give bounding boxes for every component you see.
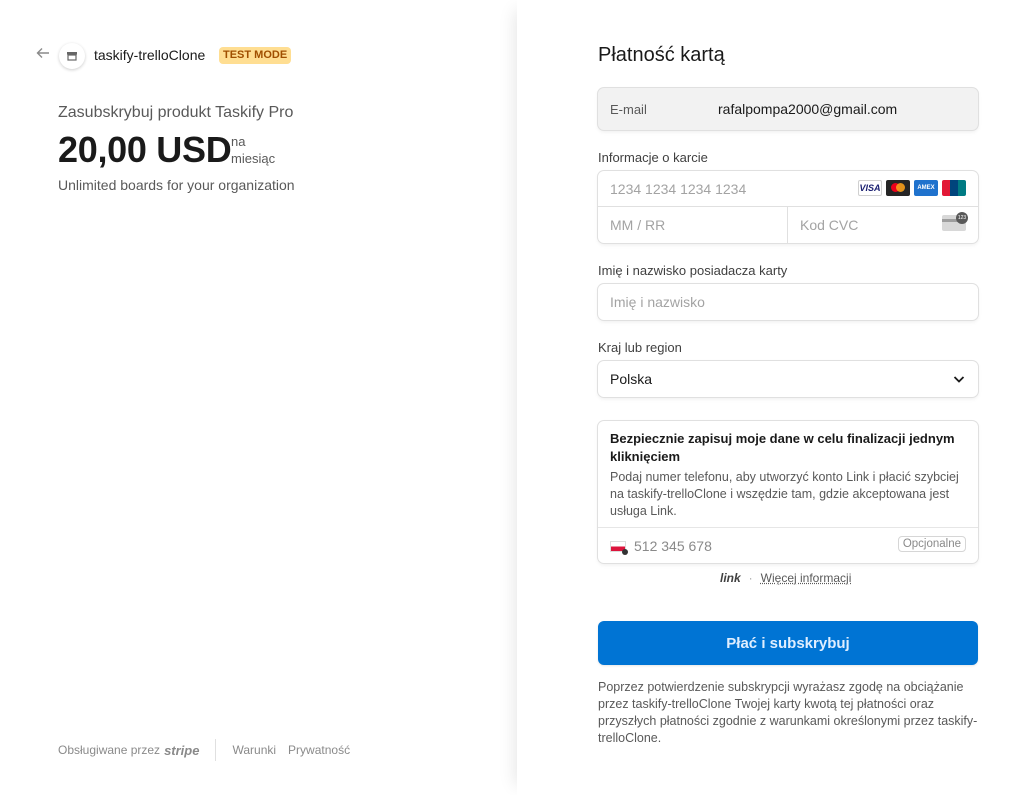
footer: Obsługiwane przez stripe Warunki Prywatn… bbox=[58, 739, 362, 761]
payment-title: Płatność kartą bbox=[598, 44, 725, 66]
price-interval-line1: na bbox=[231, 134, 246, 149]
amex-icon: AMEX bbox=[914, 180, 938, 196]
email-field[interactable]: E-mail rafalpompa2000@gmail.com bbox=[598, 88, 978, 130]
mastercard-icon bbox=[886, 180, 910, 196]
phone-input[interactable]: 512 345 678 Opcjonalne bbox=[598, 527, 978, 563]
link-save-description: Podaj numer telefonu, aby utworzyć konto… bbox=[610, 470, 959, 518]
footer-divider bbox=[215, 739, 217, 761]
card-number-input[interactable]: 1234 1234 1234 1234 VISA AMEX bbox=[598, 171, 978, 207]
powered-by-text: Obsługiwane przez bbox=[58, 743, 161, 757]
test-mode-badge: TEST MODE bbox=[219, 47, 292, 64]
country-value: Polska bbox=[610, 371, 653, 387]
country-label: Kraj lub region bbox=[598, 340, 682, 355]
country-select[interactable]: Polska bbox=[598, 361, 978, 397]
cvc-placeholder: Kod CVC bbox=[800, 217, 859, 233]
store-icon bbox=[59, 43, 85, 69]
product-title: Zasubskrybuj produkt Taskify Pro bbox=[58, 104, 294, 121]
price-interval-line2: miesiąc bbox=[231, 151, 276, 166]
card-expiry-input[interactable]: MM / RR bbox=[598, 207, 788, 243]
merchant-name: taskify-trelloClone bbox=[94, 47, 206, 63]
chevron-down-icon bbox=[953, 376, 965, 383]
product-description: Unlimited boards for your organization bbox=[58, 177, 295, 193]
card-number-placeholder: 1234 1234 1234 1234 bbox=[610, 181, 747, 197]
cardholder-name-placeholder: Imię i nazwisko bbox=[610, 294, 705, 310]
order-summary-panel: taskify-trelloClone TEST MODE Zasubskryb… bbox=[0, 0, 517, 795]
flag-dropdown-icon bbox=[622, 549, 628, 555]
card-info-group: 1234 1234 1234 1234 VISA AMEX MM / RR Ko… bbox=[598, 171, 978, 243]
unionpay-icon bbox=[942, 180, 966, 196]
terms-link[interactable]: Warunki bbox=[232, 743, 276, 757]
email-label: E-mail bbox=[610, 101, 647, 117]
pay-and-subscribe-button[interactable]: Płać i subskrybuj bbox=[598, 621, 978, 665]
link-logo: link bbox=[720, 571, 741, 585]
cardholder-name-input[interactable]: Imię i nazwisko bbox=[598, 284, 978, 320]
card-cvc-input[interactable]: Kod CVC bbox=[788, 207, 978, 243]
card-brands: VISA AMEX bbox=[858, 180, 966, 196]
more-info-link[interactable]: Więcej informacji bbox=[761, 571, 852, 585]
phone-placeholder: 512 345 678 bbox=[634, 538, 712, 554]
arrow-left-icon[interactable] bbox=[36, 46, 52, 64]
optional-badge: Opcjonalne bbox=[897, 536, 966, 552]
subscription-terms: Poprzez potwierdzenie subskrypcji wyraża… bbox=[598, 680, 978, 745]
privacy-link[interactable]: Prywatność bbox=[288, 743, 350, 757]
email-value: rafalpompa2000@gmail.com bbox=[718, 101, 898, 117]
separator-dot: · bbox=[748, 571, 753, 585]
expiry-placeholder: MM / RR bbox=[610, 217, 666, 233]
cvc-card-icon bbox=[942, 212, 968, 231]
link-save-section: Bezpiecznie zapisuj moje dane w celu fin… bbox=[598, 421, 978, 563]
visa-icon: VISA bbox=[858, 180, 882, 196]
link-save-title: Bezpiecznie zapisuj moje dane w celu fin… bbox=[610, 431, 955, 464]
price-interval: na miesiąc bbox=[231, 133, 275, 167]
cardholder-name-label: Imię i nazwisko posiadacza karty bbox=[598, 263, 788, 278]
link-info-row: link · Więcej informacji bbox=[720, 571, 851, 585]
stripe-logo[interactable]: stripe bbox=[164, 743, 199, 758]
card-info-label: Informacje o karcie bbox=[598, 150, 708, 165]
product-price: 20,00 USD bbox=[58, 129, 232, 170]
